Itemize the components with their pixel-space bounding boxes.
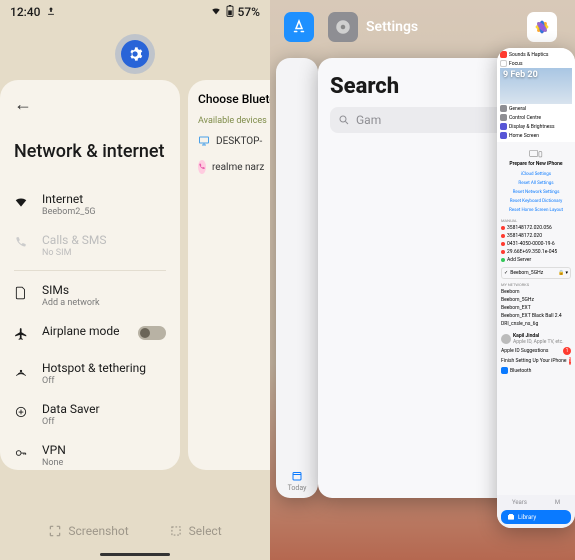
wifi-net[interactable]: DRI_cnsle_ns_6g xyxy=(501,320,571,328)
search-input[interactable]: Gam xyxy=(330,107,506,133)
wifi-icon xyxy=(14,194,30,213)
datasaver-icon xyxy=(14,404,30,423)
upload-icon xyxy=(46,5,56,19)
appstore-icon[interactable] xyxy=(284,12,314,42)
status-time: 12:40 xyxy=(10,5,40,19)
plane-icon xyxy=(14,326,30,345)
item-vpn[interactable]: VPNNone xyxy=(14,435,166,470)
item-internet[interactable]: InternetBeebom2_5G xyxy=(14,184,166,225)
bluetooth-card: Choose Bluetooth Available devices DESKT… xyxy=(188,80,270,470)
settings-card: ← Network & internet InternetBeebom2_5G … xyxy=(0,80,180,470)
reset-all[interactable]: Reset All Settings xyxy=(501,179,571,188)
device-phone[interactable]: realme narz xyxy=(198,160,260,174)
wifi-net[interactable]: Beebom_EXT xyxy=(501,304,571,312)
wifi-net[interactable]: Beebom_5GHz xyxy=(501,296,571,304)
item-datasaver[interactable]: Data SaverOff xyxy=(14,394,166,435)
settings-label: Settings xyxy=(366,19,418,35)
wifi-icon xyxy=(210,5,222,19)
wifi-net[interactable]: Beebom xyxy=(501,288,571,296)
back-arrow-icon[interactable]: ← xyxy=(14,94,32,115)
item-sims[interactable]: SIMsAdd a network xyxy=(14,275,166,316)
status-bar: 12:40 57% xyxy=(0,0,270,24)
reset-keyboard[interactable]: Reset Keyboard Dictionary xyxy=(501,197,571,206)
screenshot-button[interactable]: Screenshot xyxy=(48,524,128,538)
item-airplane[interactable]: Airplane mode xyxy=(14,316,166,353)
icloud-link[interactable]: iCloud Settings xyxy=(501,170,571,179)
item-calls-sms[interactable]: Calls & SMSNo SIM xyxy=(14,225,166,266)
photo-date: 9 Feb 20 xyxy=(500,68,572,104)
photos-settings-preview: Sounds & Haptics Focus 9 Feb 20 General … xyxy=(497,48,575,142)
settings-search-card[interactable]: Search Gam xyxy=(318,58,518,498)
device-desktop[interactable]: DESKTOP- xyxy=(198,134,260,148)
battery-icon xyxy=(226,5,234,20)
select-button[interactable]: Select xyxy=(169,524,222,538)
phone-pink-icon xyxy=(198,160,206,174)
today-tab[interactable]: Today xyxy=(276,470,318,492)
wifi-net[interactable]: Beebom_EXT Black Ball 2.4 xyxy=(501,312,571,320)
settings-icon[interactable] xyxy=(328,12,358,42)
photos-icon[interactable] xyxy=(527,12,557,42)
ios-pane: Settings Today Search Gam Sounds & Hapti… xyxy=(270,0,575,560)
page-title: Network & internet xyxy=(14,141,166,162)
item-hotspot[interactable]: Hotspot & tetheringOff xyxy=(14,353,166,394)
divider xyxy=(14,270,166,271)
search-title: Search xyxy=(330,74,506,99)
devices-icon xyxy=(529,149,543,159)
recent-actions: Screenshot Select xyxy=(0,524,270,538)
phone-icon xyxy=(14,235,30,254)
vpn-icon xyxy=(14,445,30,464)
years-tab[interactable]: Years xyxy=(512,499,527,506)
finish-setup[interactable]: Finish Setting Up Your iPhone1 xyxy=(501,356,571,366)
airplane-toggle[interactable] xyxy=(138,326,166,340)
monitor-icon xyxy=(198,134,210,148)
bluetooth-title: Choose Bluetooth xyxy=(198,92,260,106)
settings-app-icon[interactable] xyxy=(121,40,149,68)
available-label: Available devices xyxy=(198,116,260,126)
reset-home[interactable]: Reset Home Screen Layout xyxy=(501,206,571,215)
sim-icon xyxy=(14,285,30,304)
search-placeholder: Gam xyxy=(356,113,381,127)
photos-card[interactable]: Sounds & Haptics Focus 9 Feb 20 General … xyxy=(497,48,575,528)
battery-percent: 57% xyxy=(238,5,260,19)
reset-network[interactable]: Reset Network Settings xyxy=(501,188,571,197)
appleid-suggestions[interactable]: Apple ID Suggestions1 xyxy=(501,346,571,356)
home-indicator[interactable] xyxy=(100,553,170,556)
hotspot-icon xyxy=(14,363,30,382)
appstore-card[interactable]: Today xyxy=(276,58,318,498)
android-pane: 12:40 57% ← Network & internet InternetB… xyxy=(0,0,270,560)
library-tab[interactable]: Library xyxy=(501,510,571,524)
